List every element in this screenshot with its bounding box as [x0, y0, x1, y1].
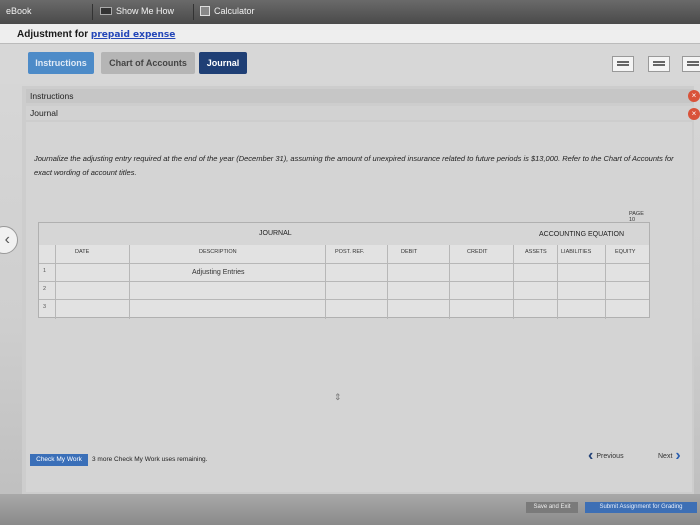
row-number: 3	[43, 304, 47, 310]
col-equity: EQUITY	[615, 249, 636, 255]
instructions-panel-header[interactable]: Instructions	[26, 89, 694, 103]
calculator-icon	[200, 6, 210, 16]
col-debit: DEBIT	[401, 249, 418, 255]
window-icon[interactable]	[612, 56, 634, 72]
col-credit: CREDIT	[467, 249, 488, 255]
page-header: Adjustment for prepaid expense	[0, 24, 700, 44]
journal-panel-header[interactable]: Journal	[26, 106, 694, 120]
col-description: DESCRIPTION	[199, 249, 237, 255]
column-divider	[449, 245, 450, 319]
close-journal-icon[interactable]: ×	[688, 108, 700, 120]
top-toolbar: eBook Show Me How Calculator	[0, 0, 700, 24]
row-number: 1	[43, 268, 47, 274]
grid-view-icon[interactable]	[648, 56, 670, 72]
journal-header: JOURNAL ACCOUNTING EQUATION	[39, 223, 649, 245]
resize-handle-icon[interactable]: ⇕	[334, 392, 342, 403]
previous-label: Previous	[596, 452, 624, 460]
accounting-equation-title: ACCOUNTING EQUATION	[539, 231, 625, 238]
toolbar-divider	[92, 4, 93, 20]
calculator-label: Calculator	[214, 6, 255, 16]
column-divider	[129, 245, 130, 319]
close-instructions-icon[interactable]: ×	[688, 90, 700, 102]
journal-content: Journalize the adjusting entry required …	[26, 122, 692, 492]
col-assets: ASSETS	[525, 249, 547, 255]
column-divider	[513, 245, 514, 319]
ebook-link[interactable]: eBook	[6, 6, 32, 16]
previous-button[interactable]: ‹ Previous	[588, 447, 624, 464]
column-divider	[325, 245, 326, 319]
video-icon	[100, 7, 112, 15]
tab-instructions[interactable]: Instructions	[28, 52, 94, 74]
column-divider	[387, 245, 388, 319]
calculator-link[interactable]: Calculator	[200, 6, 255, 16]
row-number: 2	[43, 286, 47, 292]
remaining-uses-text: 3 more Check My Work uses remaining.	[92, 456, 208, 463]
tab-chart-of-accounts[interactable]: Chart of Accounts	[101, 52, 195, 74]
submit-assignment-button[interactable]: Submit Assignment for Grading	[585, 502, 697, 513]
show-me-how-label: Show Me How	[116, 6, 175, 16]
tab-journal[interactable]: Journal	[199, 52, 247, 74]
page-title: Adjustment for prepaid expense	[17, 29, 175, 40]
journal-title: JOURNAL	[259, 230, 292, 237]
app-screen: eBook Show Me How Calculator Adjustment …	[0, 0, 700, 525]
column-divider	[605, 245, 606, 319]
col-post-ref: POST. REF.	[335, 249, 365, 255]
journal-table: PAGE 10 JOURNAL ACCOUNTING EQUATION DATE…	[38, 211, 650, 319]
chevron-right-icon: ›	[675, 447, 681, 464]
column-divider	[55, 245, 56, 319]
col-liabilities: LIABILITIES	[561, 249, 592, 255]
column-divider	[557, 245, 558, 319]
check-my-work-button[interactable]: Check My Work	[30, 454, 88, 466]
chevron-left-nav-icon[interactable]: ‹	[0, 226, 18, 254]
footer: Save and Exit Submit Assignment for Grad…	[0, 494, 700, 525]
next-button[interactable]: Next ›	[658, 447, 681, 464]
tabs-bar: Instructions Chart of Accounts Journal	[0, 44, 700, 84]
instruction-text: Journalize the adjusting entry required …	[34, 154, 674, 177]
show-me-how-link[interactable]: Show Me How	[100, 6, 174, 16]
toolbar-divider	[193, 4, 194, 20]
col-date: DATE	[75, 249, 90, 255]
page-number: PAGE 10	[629, 211, 644, 223]
chevron-left-icon: ‹	[588, 447, 594, 464]
list-view-icon[interactable]	[682, 56, 700, 72]
ebook-label: eBook	[6, 6, 32, 16]
next-label: Next	[658, 452, 673, 460]
save-and-exit-button[interactable]: Save and Exit	[526, 502, 578, 513]
title-prefix: Adjustment for	[17, 29, 91, 40]
prepaid-expense-link[interactable]: prepaid expense	[91, 30, 176, 40]
bottom-bar: Check My Work 3 more Check My Work uses …	[26, 446, 692, 470]
